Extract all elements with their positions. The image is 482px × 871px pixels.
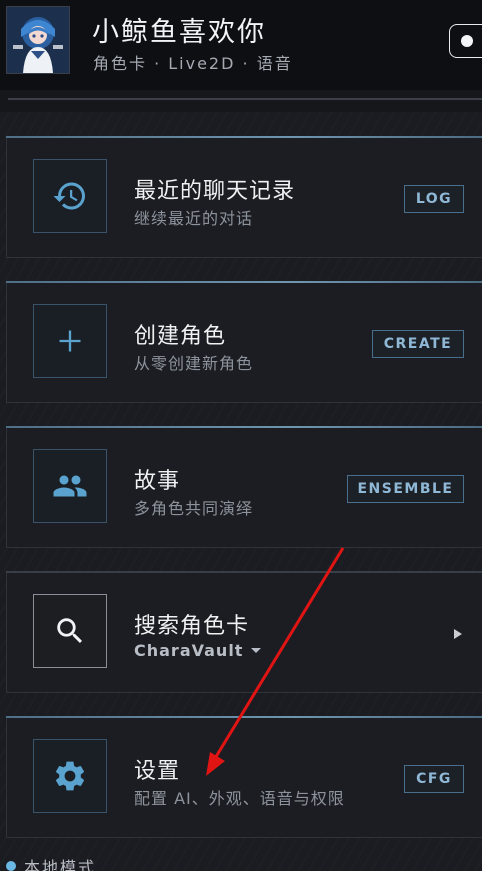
- card-accent-line: [6, 136, 482, 138]
- card-subtitle: 继续最近的对话: [134, 209, 254, 228]
- app-root: 小鲸鱼喜欢你 角色卡 · Live2D · 语音 最近的聊天记录 继续最近的对话…: [0, 0, 482, 871]
- card-accent-line: [6, 426, 482, 428]
- character-avatar[interactable]: [6, 6, 70, 74]
- card-subtitle: 配置 AI、外观、语音与权限: [134, 789, 345, 808]
- tag-log: LOG: [404, 185, 464, 213]
- gear-icon-glyph: [55, 761, 85, 791]
- card-settings[interactable]: 设置 配置 AI、外观、语音与权限 CFG: [6, 716, 482, 838]
- history-icon: [33, 159, 107, 233]
- card-title: 创建角色: [134, 324, 227, 349]
- card-create-character[interactable]: 创建角色 从零创建新角色 CREATE: [6, 281, 482, 403]
- avatar-illustration: [7, 7, 69, 73]
- card-title: 最近的聊天记录: [134, 179, 296, 204]
- group-icon-glyph: [53, 475, 87, 497]
- header-toggle-button[interactable]: [449, 24, 482, 58]
- group-icon: [33, 449, 107, 523]
- card-subtitle: 从零创建新角色: [134, 354, 254, 373]
- tag-cfg: CFG: [404, 765, 464, 793]
- tag-ensemble: ENSEMBLE: [347, 475, 464, 503]
- plus-icon: [33, 304, 107, 378]
- card-accent-line: [6, 281, 482, 283]
- chevron-right-icon[interactable]: [454, 629, 462, 639]
- card-subtitle: 多角色共同演绎: [134, 499, 254, 518]
- toggle-knob-icon: [461, 35, 473, 47]
- card-search-cards[interactable]: 搜索角色卡 CharaVault: [6, 571, 482, 693]
- search-icon-glyph: [57, 618, 83, 644]
- plus-icon-glyph: [59, 330, 81, 352]
- source-select-value: CharaVault: [134, 641, 244, 660]
- card-accent-line: [6, 716, 482, 718]
- search-icon: [33, 594, 107, 668]
- local-mode-indicator: 本地模式: [6, 854, 96, 871]
- local-mode-label: 本地模式: [24, 858, 97, 871]
- tag-create: CREATE: [372, 330, 464, 358]
- card-title: 故事: [134, 469, 181, 494]
- source-select[interactable]: CharaVault: [134, 641, 262, 660]
- app-header: 小鲸鱼喜欢你 角色卡 · Live2D · 语音: [0, 0, 482, 90]
- app-subtitle: 角色卡 · Live2D · 语音: [93, 54, 293, 73]
- app-title: 小鲸鱼喜欢你: [92, 17, 266, 48]
- card-title: 搜索角色卡: [134, 614, 250, 639]
- card-story[interactable]: 故事 多角色共同演绎 ENSEMBLE: [6, 426, 482, 548]
- status-dot-icon: [6, 861, 16, 871]
- card-accent-line: [6, 571, 482, 573]
- card-title: 设置: [134, 759, 181, 784]
- history-icon-glyph: [53, 182, 85, 210]
- gear-icon: [33, 739, 107, 813]
- card-recent-chats[interactable]: 最近的聊天记录 继续最近的对话 LOG: [6, 136, 482, 258]
- chevron-down-icon: [251, 648, 262, 653]
- header-divider: [0, 90, 482, 112]
